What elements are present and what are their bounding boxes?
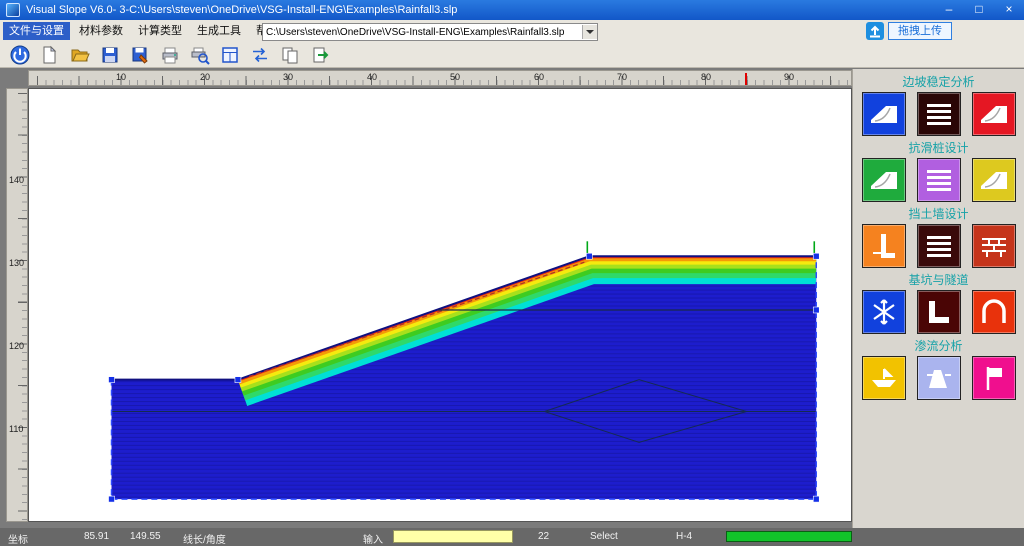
vertical-ruler: 140 130 120 110: [6, 88, 28, 522]
coord-x-value: 85.91: [84, 531, 109, 542]
group-label-retaining-wall: 挡土墙设计: [853, 207, 1024, 222]
group-label-excavation-tunnel: 基坑与隧道: [853, 273, 1024, 288]
seepage-icon[interactable]: [862, 356, 906, 400]
save-icon[interactable]: [98, 43, 122, 67]
ruler-label: 110: [9, 424, 23, 434]
snowflake-icon[interactable]: [862, 290, 906, 334]
print-preview-icon[interactable]: [188, 43, 212, 67]
grid-value: H-4: [676, 531, 692, 542]
minimize-button[interactable]: –: [934, 0, 964, 20]
maximize-button[interactable]: □: [964, 0, 994, 20]
retaining-wall-icon[interactable]: [862, 224, 906, 268]
file-path-combobox[interactable]: C:\Users\steven\OneDrive\VSG-Install-ENG…: [262, 23, 598, 41]
drawing-canvas[interactable]: [28, 88, 852, 522]
statusbar: 坐标 85.91 149.55 线长/角度 输入 22 Select H-4: [0, 528, 1024, 546]
power-icon[interactable]: [8, 43, 32, 67]
transfer-icon[interactable]: [248, 43, 272, 67]
input-label: 输入: [363, 531, 383, 546]
length-angle-label: 线长/角度: [183, 531, 226, 546]
group-label-pile-design: 抗滑桩设计: [853, 141, 1024, 156]
menu-calc-type[interactable]: 计算类型: [132, 22, 188, 40]
ruler-label: 140: [9, 175, 24, 185]
ruler-label: 30: [283, 72, 293, 82]
coord-label: 坐标: [8, 531, 28, 546]
ruler-label: 20: [200, 72, 210, 82]
window-title: Visual Slope V6.0- 3-C:\Users\steven\One…: [26, 4, 934, 16]
print-icon[interactable]: [158, 43, 182, 67]
tool-panel: 边坡稳定分析 抗滑桩设计 挡土墙设计 基坑与隧道 渗流分析: [852, 69, 1024, 528]
menu-file-settings[interactable]: 文件与设置: [3, 22, 70, 40]
dam-seepage-icon[interactable]: [917, 356, 961, 400]
count-value: 22: [538, 531, 549, 542]
pile-layers-icon[interactable]: [917, 158, 961, 202]
yellow-slope-icon[interactable]: [972, 158, 1016, 202]
slope-failure-icon[interactable]: [972, 92, 1016, 136]
horizontal-ruler: 10 20 30 40 50 60 70 80 90: [28, 70, 852, 86]
close-button[interactable]: ×: [994, 0, 1024, 20]
ruler-label: 80: [701, 72, 711, 82]
mode-value: Select: [590, 531, 618, 542]
ruler-label: 70: [617, 72, 627, 82]
flow-net-icon[interactable]: [972, 356, 1016, 400]
slope-model-drawing[interactable]: [29, 89, 851, 521]
app-logo-icon: [6, 3, 20, 17]
ruler-label: 10: [116, 72, 126, 82]
excavation-icon[interactable]: [917, 290, 961, 334]
open-folder-icon[interactable]: [68, 43, 92, 67]
drag-upload-button[interactable]: 拖拽上传: [888, 22, 952, 40]
copy-page-icon[interactable]: [278, 43, 302, 67]
ruler-label: 120: [9, 341, 24, 351]
group-label-seepage: 渗流分析: [853, 339, 1024, 354]
brick-wall-icon[interactable]: [972, 224, 1016, 268]
coord-y-value: 149.55: [130, 531, 161, 542]
toolbar: [0, 42, 1024, 68]
menu-generate-tools[interactable]: 生成工具: [191, 22, 247, 40]
titlebar: Visual Slope V6.0- 3-C:\Users\steven\One…: [0, 0, 1024, 20]
ruler-label: 90: [784, 72, 794, 82]
group-label-slope-stability: 边坡稳定分析: [853, 75, 1024, 90]
ruler-label: 130: [9, 258, 24, 268]
combo-dropdown-arrow-icon[interactable]: [582, 25, 597, 39]
new-file-icon[interactable]: [38, 43, 62, 67]
tunnel-icon[interactable]: [972, 290, 1016, 334]
progress-bar: [726, 531, 852, 542]
cloud-upload-icon[interactable]: [866, 22, 884, 43]
wall-layers-icon[interactable]: [917, 224, 961, 268]
window-layout-icon[interactable]: [218, 43, 242, 67]
status-input[interactable]: [393, 530, 513, 543]
soil-layers-icon[interactable]: [917, 92, 961, 136]
file-path-value: C:\Users\steven\OneDrive\VSG-Install-ENG…: [263, 27, 582, 38]
export-page-icon[interactable]: [308, 43, 332, 67]
slope-analysis-icon[interactable]: [862, 92, 906, 136]
menubar: 文件与设置 材料参数 计算类型 生成工具 帮助 C:\Users\steven\…: [0, 20, 1024, 43]
menu-material-params[interactable]: 材料参数: [73, 22, 129, 40]
ruler-label: 40: [367, 72, 377, 82]
save-as-icon[interactable]: [128, 43, 152, 67]
green-slope-icon[interactable]: [862, 158, 906, 202]
ruler-label: 60: [534, 72, 544, 82]
ruler-cursor-marker: [745, 73, 747, 85]
ruler-label: 50: [450, 72, 460, 82]
